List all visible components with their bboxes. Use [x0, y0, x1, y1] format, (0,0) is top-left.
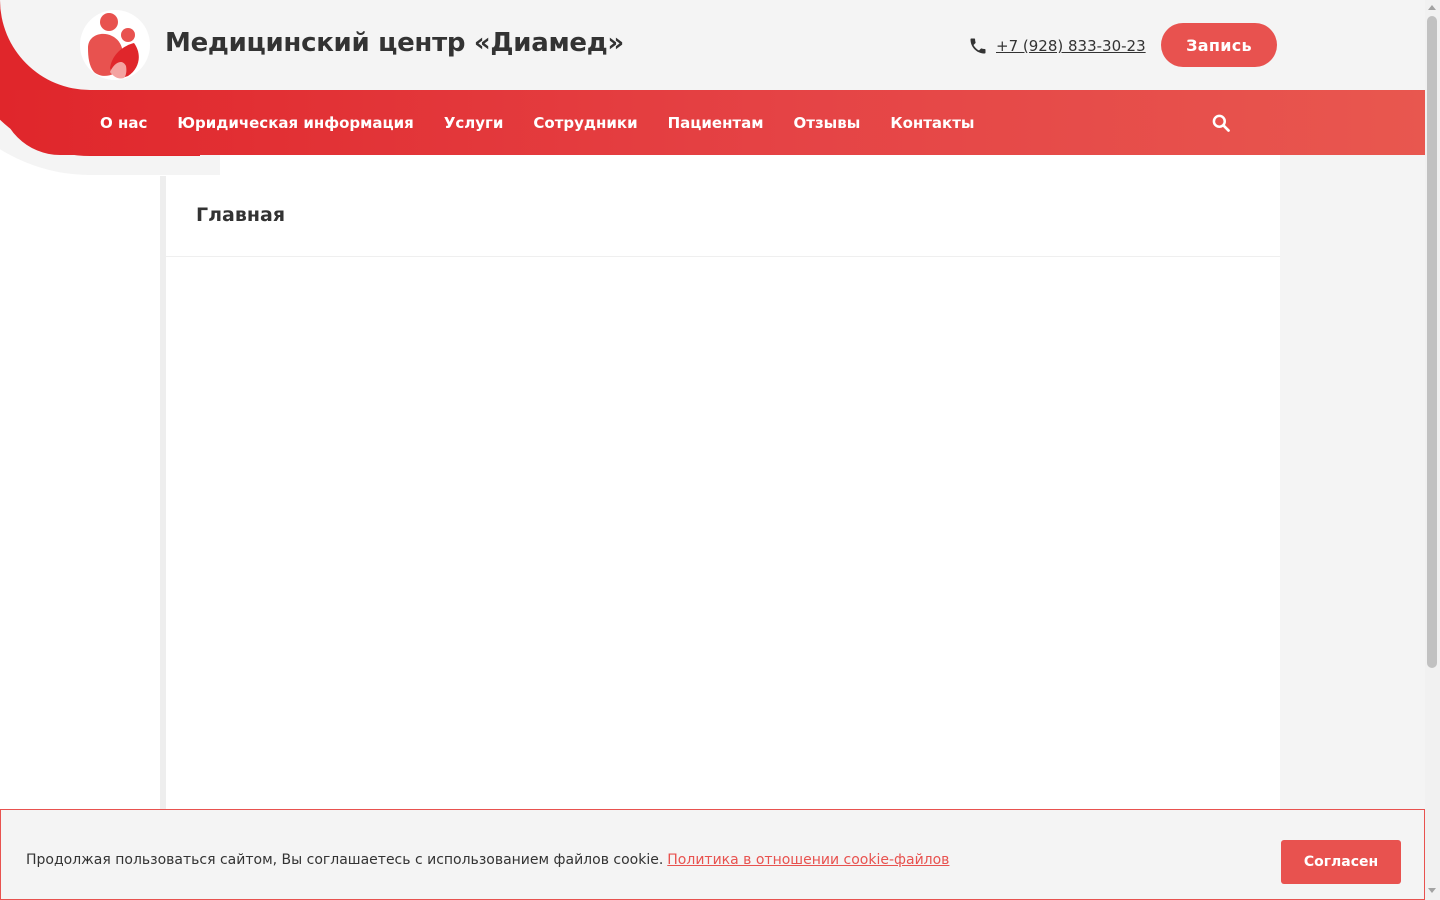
- nav-item-about: О нас: [100, 113, 147, 132]
- search-button[interactable]: [1208, 110, 1234, 136]
- cookie-accept-button[interactable]: Согласен: [1281, 840, 1401, 884]
- phone-number: +7 (928) 833-30-23: [996, 37, 1146, 55]
- scroll-thumb[interactable]: [1427, 16, 1437, 668]
- content-card: Главная: [160, 176, 1280, 900]
- nav-item-services: Услуги: [444, 113, 504, 132]
- phone-link[interactable]: +7 (928) 833-30-23: [968, 35, 1146, 57]
- scrollbar[interactable]: [1425, 0, 1440, 900]
- nav-item-contacts: Контакты: [890, 113, 974, 132]
- phone-icon: [970, 38, 986, 54]
- logo-icon[interactable]: [80, 10, 150, 80]
- nav-link-patients[interactable]: Пациентам: [668, 114, 764, 132]
- nav-link-about[interactable]: О нас: [100, 114, 147, 132]
- nav-item-patients: Пациентам: [668, 113, 764, 132]
- card-header: Главная: [166, 176, 1280, 257]
- nav-link-contacts[interactable]: Контакты: [890, 114, 974, 132]
- cookie-message: Продолжая пользоваться сайтом, Вы соглаш…: [26, 852, 949, 868]
- scroll-up-icon[interactable]: [1428, 5, 1436, 10]
- nav-item-legal: Юридическая информация: [177, 113, 413, 132]
- scroll-down-icon[interactable]: [1428, 888, 1436, 893]
- nav-link-services[interactable]: Услуги: [444, 114, 504, 132]
- nav-item-reviews: Отзывы: [794, 113, 861, 132]
- site-header: Медицинский центр «Диамед» +7 (928) 833-…: [0, 0, 1425, 90]
- cookie-policy-link[interactable]: Политика в отношении cookie-файлов: [667, 852, 949, 868]
- nav-list: О нас Юридическая информация Услуги Сотр…: [100, 90, 975, 155]
- viewport: Медицинский центр «Диамед» +7 (928) 833-…: [0, 0, 1425, 900]
- nav-link-legal[interactable]: Юридическая информация: [177, 114, 413, 132]
- search-icon: [1212, 114, 1230, 132]
- nav-item-staff: Сотрудники: [533, 113, 637, 132]
- appointment-button[interactable]: Запись: [1161, 23, 1277, 67]
- page-title: Главная: [196, 204, 286, 226]
- nav-link-reviews[interactable]: Отзывы: [794, 114, 861, 132]
- right-side-strip: [1280, 155, 1425, 900]
- site-title: Медицинский центр «Диамед»: [165, 28, 624, 58]
- logo-mark: [88, 13, 139, 79]
- page: Медицинский центр «Диамед» +7 (928) 833-…: [0, 0, 1440, 900]
- cookie-text: Продолжая пользоваться сайтом, Вы соглаш…: [26, 852, 664, 868]
- cookie-banner: Продолжая пользоваться сайтом, Вы соглаш…: [0, 809, 1425, 900]
- nav-link-staff[interactable]: Сотрудники: [533, 114, 637, 132]
